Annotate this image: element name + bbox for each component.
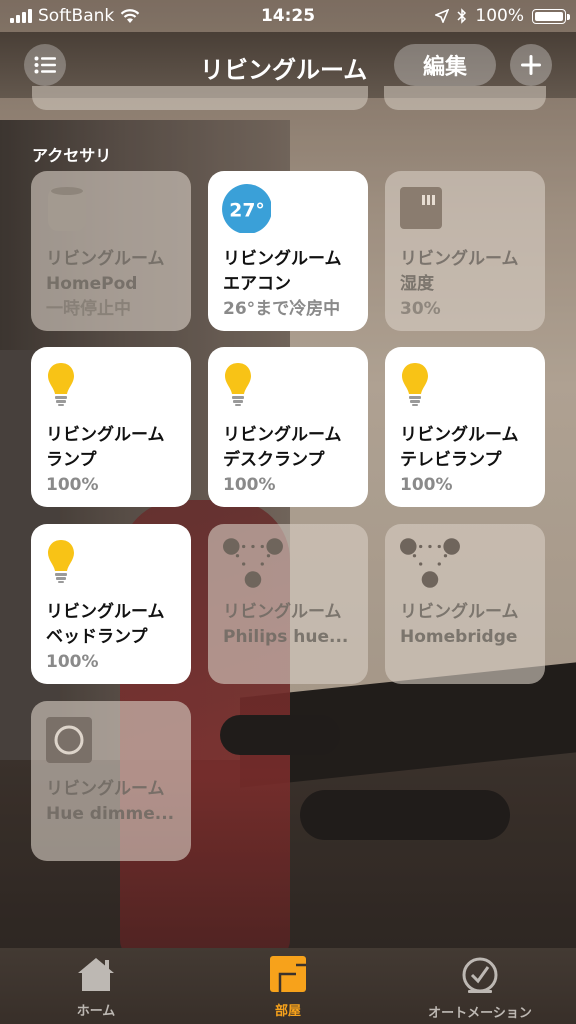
accessory-tile-homepod[interactable]: リビングルーム HomePod 一時停止中 xyxy=(31,171,191,331)
section-header-accessories: アクセサリ xyxy=(32,146,112,165)
previous-section-tile xyxy=(384,86,546,110)
clock-icon xyxy=(462,957,498,993)
tile-name: ベッドランプ xyxy=(46,627,148,647)
tile-name: テレビランプ xyxy=(400,450,502,470)
bluetooth-icon xyxy=(457,8,467,24)
tile-name: Hue dimme... xyxy=(46,804,175,824)
accessory-tile-desk-lamp[interactable]: リビングルーム デスクランプ 100% xyxy=(208,347,368,507)
tile-name: Philips hue... xyxy=(223,627,349,647)
tile-room: リビングルーム xyxy=(400,425,519,445)
tile-status: 100% xyxy=(46,652,99,672)
tile-name: HomePod xyxy=(46,274,138,294)
edit-button[interactable]: 編集 xyxy=(394,44,496,86)
humidity-sensor-icon xyxy=(400,187,442,229)
tile-room: リビングルーム xyxy=(223,249,342,269)
accessory-tile-hue-dimmer[interactable]: リビングルーム Hue dimme... xyxy=(31,701,191,861)
lightbulb-icon xyxy=(402,363,428,406)
tile-room: リビングルーム xyxy=(46,779,165,799)
tile-status: 一時停止中 xyxy=(46,299,131,319)
bridge-icon xyxy=(400,538,460,588)
tile-room: リビングルーム xyxy=(46,249,165,269)
location-arrow-icon xyxy=(435,9,450,23)
homepod-icon xyxy=(48,187,86,231)
page-title: リビングルーム xyxy=(200,56,368,84)
rooms-icon xyxy=(270,956,306,992)
tile-name: ランプ xyxy=(46,450,97,470)
tile-name: エアコン xyxy=(223,274,291,294)
plus-icon xyxy=(521,55,541,75)
tile-status: 100% xyxy=(223,475,276,495)
tile-name: Homebridge xyxy=(400,627,518,647)
house-icon xyxy=(78,958,114,991)
accessory-tile-humidity[interactable]: リビングルーム 湿度 30% xyxy=(385,171,545,331)
tile-room: リビングルーム xyxy=(223,602,342,622)
tab-label: 部屋 xyxy=(274,1004,301,1019)
thermostat-badge: 27° xyxy=(229,200,264,221)
tab-bar: ホーム 部屋 オートメーション xyxy=(0,948,576,1024)
accessory-tile-homebridge[interactable]: リビングルーム Homebridge xyxy=(385,524,545,684)
tile-room: リビングルーム xyxy=(400,249,519,269)
tab-rooms[interactable]: 部屋 xyxy=(248,956,328,1019)
accessory-tile-lamp[interactable]: リビングルーム ランプ 100% xyxy=(31,347,191,507)
room-list-button[interactable] xyxy=(24,44,66,86)
tile-room: リビングルーム xyxy=(46,425,165,445)
tile-name: 湿度 xyxy=(400,274,434,294)
tile-room: リビングルーム xyxy=(400,602,519,622)
tile-name: デスクランプ xyxy=(223,450,325,470)
bridge-icon xyxy=(223,538,283,588)
tab-home[interactable]: ホーム xyxy=(56,956,136,1019)
add-button[interactable] xyxy=(510,44,552,86)
tab-label: オートメーション xyxy=(428,1006,532,1021)
tab-automation[interactable]: オートメーション xyxy=(420,956,540,1021)
tile-status: 100% xyxy=(400,475,453,495)
battery-icon xyxy=(532,8,570,24)
tile-room: リビングルーム xyxy=(223,425,342,445)
list-icon xyxy=(34,56,56,74)
tile-status: 30% xyxy=(400,299,441,319)
previous-section-tile xyxy=(32,86,368,110)
accessory-tile-bed-lamp[interactable]: リビングルーム ベッドランプ 100% xyxy=(31,524,191,684)
battery-percent: 100% xyxy=(475,6,524,26)
status-bar: SoftBank 14:25 100% xyxy=(0,0,576,32)
lightbulb-icon xyxy=(48,540,74,583)
lightbulb-icon xyxy=(48,363,74,406)
accessory-tile-philips-hue[interactable]: リビングルーム Philips hue... xyxy=(208,524,368,684)
switch-icon xyxy=(46,717,92,763)
tab-label: ホーム xyxy=(76,1004,116,1019)
tile-status: 100% xyxy=(46,475,99,495)
tile-status: 26°まで冷房中 xyxy=(223,299,341,319)
tile-room: リビングルーム xyxy=(46,602,165,622)
thermostat-icon: 27° xyxy=(222,184,271,233)
lightbulb-icon xyxy=(225,363,251,406)
accessory-tile-aircon[interactable]: 27° リビングルーム エアコン 26°まで冷房中 xyxy=(208,171,368,331)
accessory-tile-tv-lamp[interactable]: リビングルーム テレビランプ 100% xyxy=(385,347,545,507)
